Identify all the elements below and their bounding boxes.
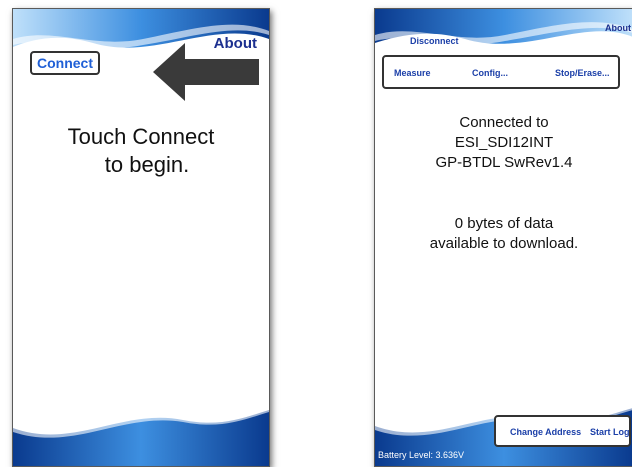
data-availability: 0 bytes of data available to download. xyxy=(375,214,632,254)
device-version: GP-BTDL SwRev1.4 xyxy=(435,154,573,171)
disconnect-button[interactable]: Disconnect xyxy=(410,36,459,46)
arrow-left-icon xyxy=(153,43,259,101)
stop-erase-button[interactable]: Stop/Erase... xyxy=(555,68,610,78)
device-name: ESI_SDI12INT xyxy=(454,134,554,151)
connection-status: Connected to ESI_SDI12INT GP-BTDL SwRev1… xyxy=(375,113,632,173)
instruction-line-1: Touch Connect xyxy=(67,124,215,149)
action-menu-bar: Measure Config... Stop/Erase... xyxy=(382,55,620,89)
phone-screen-right: About Disconnect Measure Config... Stop/… xyxy=(374,8,632,467)
phone-screen-left: About Connect Touch Connect to begin. xyxy=(12,8,270,467)
about-link[interactable]: About xyxy=(605,23,631,33)
download-note: available to download. xyxy=(429,235,579,252)
bytes-count: 0 bytes of data xyxy=(454,215,554,232)
instruction-line-2: to begin. xyxy=(104,152,190,177)
measure-button[interactable]: Measure xyxy=(394,68,431,78)
start-log-button[interactable]: Start Log xyxy=(590,427,630,437)
bottom-action-bar: Change Address Start Log xyxy=(494,415,631,447)
status-line-1: Connected to xyxy=(459,114,549,131)
change-address-button[interactable]: Change Address xyxy=(510,427,581,437)
connect-button[interactable]: Connect xyxy=(30,51,100,75)
battery-level: Battery Level: 3.636V xyxy=(378,450,465,460)
footer-wave-decoration xyxy=(13,406,269,466)
config-button[interactable]: Config... xyxy=(472,68,508,78)
instruction-message: Touch Connect to begin. xyxy=(13,123,269,179)
